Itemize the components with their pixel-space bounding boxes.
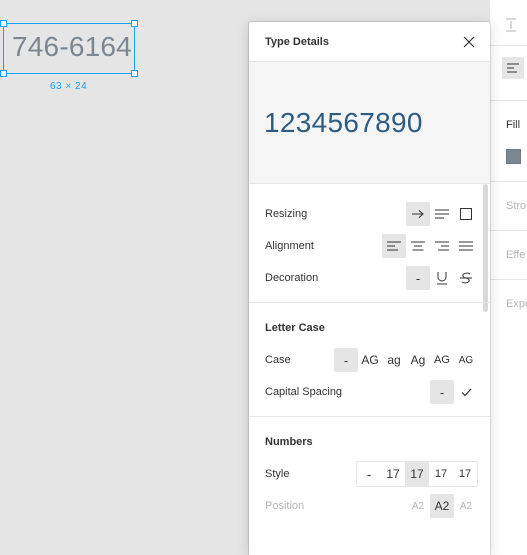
- case-title-button[interactable]: Ag: [406, 348, 430, 372]
- type-preview: 1234567890: [249, 62, 490, 184]
- close-icon[interactable]: [461, 34, 477, 50]
- style-label: Style: [265, 468, 290, 480]
- capital-spacing-none-button[interactable]: -: [430, 380, 454, 404]
- layer-size-label: 63 × 24: [50, 81, 88, 92]
- panel-header: Type Details: [249, 22, 490, 62]
- position-options: A2 A2 A2: [406, 494, 478, 518]
- number-style-tabular-button[interactable]: 17: [453, 462, 477, 486]
- auto-height-icon[interactable]: [430, 202, 454, 226]
- case-none-button[interactable]: -: [334, 348, 358, 372]
- number-style-none-button[interactable]: -: [357, 462, 381, 486]
- case-options: - AG ag Ag AG AG: [334, 348, 478, 372]
- panel-scroll-area[interactable]: Resizing Alignment Decoration - Letter C…: [249, 184, 490, 555]
- fixed-size-icon[interactable]: [454, 202, 478, 226]
- case-small-caps-forced-button[interactable]: AG: [454, 348, 478, 372]
- vertical-trim-icon[interactable]: [504, 18, 518, 32]
- alignment-label: Alignment: [265, 240, 314, 252]
- decoration-none-button[interactable]: -: [406, 266, 430, 290]
- resize-handle-top-right[interactable]: [131, 20, 138, 27]
- export-section-label: Expo: [506, 298, 527, 310]
- resize-handle-bottom-left[interactable]: [0, 70, 7, 77]
- resize-handle-bottom-right[interactable]: [131, 70, 138, 77]
- position-row: Position A2 A2 A2: [249, 490, 490, 522]
- number-style-lining-button[interactable]: 17: [381, 462, 405, 486]
- capital-spacing-options: -: [430, 380, 478, 404]
- fill-section-label: Fill: [506, 119, 521, 131]
- basics-section: Resizing Alignment Decoration -: [249, 184, 490, 303]
- number-style-oldstyle-button[interactable]: 17: [405, 462, 429, 486]
- position-normal-button[interactable]: A2: [430, 494, 454, 518]
- letter-case-section: Letter Case Case - AG ag Ag AG AG Capita…: [249, 303, 490, 417]
- stroke-section-label: Stro: [506, 200, 527, 212]
- layer-text: 746-6164: [12, 31, 132, 62]
- align-justify-icon[interactable]: [454, 234, 478, 258]
- decoration-row: Decoration -: [249, 262, 490, 294]
- check-icon[interactable]: [454, 380, 478, 404]
- case-label: Case: [265, 354, 291, 366]
- numbers-title: Numbers: [265, 436, 313, 448]
- position-superscript-button[interactable]: A2: [454, 494, 478, 518]
- resizing-label: Resizing: [265, 208, 308, 220]
- number-style-options: - 17 17 17 17: [356, 461, 478, 487]
- selected-text-layer[interactable]: 746-6164: [0, 20, 138, 77]
- case-upper-button[interactable]: AG: [358, 348, 382, 372]
- capital-spacing-row: Capital Spacing -: [249, 376, 490, 408]
- panel-title: Type Details: [265, 35, 329, 48]
- align-right-icon[interactable]: [430, 234, 454, 258]
- style-row: Style - 17 17 17 17: [249, 458, 490, 490]
- alignment-row: Alignment: [249, 230, 490, 262]
- align-left-icon[interactable]: [382, 234, 406, 258]
- resizing-row: Resizing: [249, 198, 490, 230]
- case-row: Case - AG ag Ag AG AG: [249, 344, 490, 376]
- decoration-label: Decoration: [265, 272, 319, 284]
- align-center-icon[interactable]: [406, 234, 430, 258]
- preview-text: 1234567890: [264, 106, 423, 138]
- number-style-proportional-button[interactable]: 17: [429, 462, 453, 486]
- case-lower-button[interactable]: ag: [382, 348, 406, 372]
- case-small-caps-button[interactable]: AG: [430, 348, 454, 372]
- letter-case-title: Letter Case: [265, 322, 325, 334]
- decoration-options: -: [406, 266, 478, 290]
- position-label: Position: [265, 500, 305, 512]
- text-align-left-icon[interactable]: [502, 57, 524, 79]
- type-details-panel: Type Details 1234567890 Resizing Alignme…: [249, 22, 490, 555]
- effects-section-label: Effe: [506, 249, 526, 261]
- resize-handle-top-left[interactable]: [0, 20, 7, 27]
- alignment-options: [382, 234, 478, 258]
- underline-icon[interactable]: [430, 266, 454, 290]
- position-subscript-button[interactable]: A2: [406, 494, 430, 518]
- capital-spacing-label: Capital Spacing: [265, 386, 343, 398]
- strikethrough-icon[interactable]: [454, 266, 478, 290]
- fill-color-swatch[interactable]: [506, 149, 521, 164]
- resizing-options: [406, 202, 478, 226]
- numbers-section: Numbers Style - 17 17 17 17 Position A2 …: [249, 417, 490, 530]
- auto-width-icon[interactable]: [406, 202, 430, 226]
- properties-sidebar: Fill Stro Effe Expo: [489, 0, 527, 555]
